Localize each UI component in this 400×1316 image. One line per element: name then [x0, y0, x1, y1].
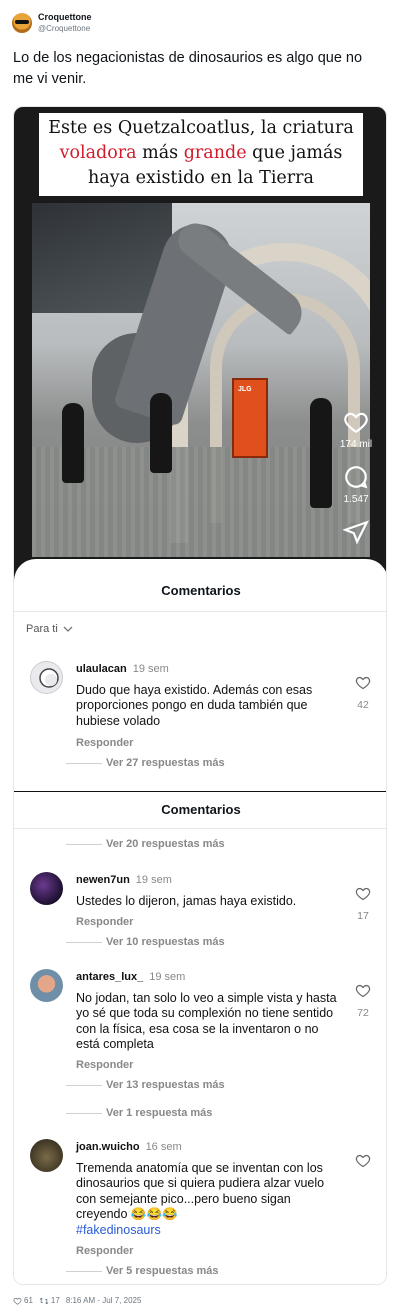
comment-like-count: 72	[357, 1007, 369, 1019]
heart-outline-icon[interactable]	[355, 886, 371, 901]
view-more-replies[interactable]: Ver 5 respuestas más	[66, 1265, 219, 1277]
author-handle[interactable]: @Croquettone	[38, 23, 92, 34]
comment-like-count: 42	[357, 699, 369, 711]
comment-item: newen7un 19 sem Ustedes lo dijeron, jamas…	[14, 872, 386, 962]
author-info: Croquettone @Croquettone	[38, 12, 92, 34]
author-name[interactable]: Croquettone	[38, 12, 92, 23]
heart-icon[interactable]	[343, 409, 369, 435]
comment-item: antares_lux_ 19 sem No jodan, tan solo lo…	[14, 969, 386, 1089]
comment-username[interactable]: newen7un 19 sem	[76, 874, 172, 886]
author-avatar[interactable]	[12, 13, 32, 33]
share-icon[interactable]	[343, 519, 369, 545]
heart-outline-icon[interactable]	[355, 675, 371, 690]
comment-like[interactable]: 42	[348, 675, 378, 711]
lift-brand: JLG	[238, 386, 252, 393]
view-more-replies[interactable]: Ver 13 respuestas más	[66, 1079, 225, 1091]
reply-button[interactable]: Responder	[76, 1059, 133, 1071]
retweet-icon	[39, 1297, 49, 1304]
comment-item: ulaulacan 19 sem Dudo que haya existido. …	[14, 661, 386, 771]
comment-like[interactable]	[348, 1153, 378, 1173]
view-more-replies[interactable]: Ver 20 respuestas más	[66, 838, 225, 850]
comment-like[interactable]: 72	[348, 983, 378, 1019]
commenter-avatar[interactable]	[30, 661, 63, 694]
comment-icon[interactable]	[343, 464, 369, 490]
commenter-avatar[interactable]	[30, 872, 63, 905]
caption-line-1: Este es Quetzalcoatlus, la criatura	[48, 118, 354, 138]
hashtag-link[interactable]: #fakedinosaurs	[76, 1223, 161, 1237]
view-more-replies[interactable]: Ver 27 respuestas más	[66, 757, 225, 769]
caption-line-2a: más	[136, 143, 184, 163]
scissor-lift: JLG	[232, 378, 268, 458]
heart-icon	[13, 1297, 22, 1305]
comment-username[interactable]: joan.wuicho 16 sem	[76, 1141, 182, 1153]
museum-scene-image: JLG	[32, 203, 370, 557]
comment-time: 16 sem	[145, 1141, 182, 1153]
comment-like-count: 17	[357, 910, 369, 922]
comment-time: 19 sem	[149, 971, 186, 983]
tweet-media[interactable]: Este es Quetzalcoatlus, la criatura vola…	[13, 106, 387, 1285]
commenter-avatar[interactable]	[30, 969, 63, 1002]
video-frame[interactable]: Este es Quetzalcoatlus, la criatura vola…	[14, 107, 386, 587]
video-comment-count: 1.547	[343, 494, 369, 505]
sort-dropdown[interactable]: Para ti	[26, 623, 73, 635]
comment-username[interactable]: ulaulacan 19 sem	[76, 663, 169, 675]
tweet-retweet-count: 17	[50, 1296, 60, 1305]
video-caption: Este es Quetzalcoatlus, la criatura vola…	[39, 113, 363, 196]
comments-title: Comentarios	[161, 802, 241, 817]
comment-text: Tremenda anatomía que se inventan con lo…	[76, 1161, 338, 1238]
person	[62, 403, 84, 483]
video-like-count: 174 mil	[339, 439, 373, 450]
commenter-avatar[interactable]	[30, 1139, 63, 1172]
caption-line-2b: que jamás	[246, 143, 343, 163]
caption-red-word-1: voladora	[59, 143, 137, 163]
view-more-replies[interactable]: Ver 1 respuesta más	[66, 1107, 212, 1119]
tweet-header: Croquettone @Croquettone	[12, 10, 92, 36]
tweet-like-count: 61	[24, 1296, 33, 1305]
caption-red-word-2: grande	[183, 143, 247, 163]
comment-username[interactable]: antares_lux_ 19 sem	[76, 971, 185, 983]
comment-text: No jodan, tan solo lo veo a simple vista…	[76, 991, 337, 1052]
comment-time: 19 sem	[132, 663, 169, 675]
comment-item: joan.wuicho 16 sem Tremenda anatomía que …	[14, 1139, 386, 1269]
tweet-text: Lo de los negacionistas de dinosaurios e…	[13, 50, 363, 87]
reply-button[interactable]: Responder	[76, 916, 133, 928]
person	[150, 393, 172, 473]
reply-button[interactable]: Responder	[76, 1245, 133, 1257]
comment-text: Ustedes lo dijeron, jamas haya existido.	[76, 894, 297, 908]
caption-line-3: haya existido en la Tierra	[88, 168, 314, 188]
reply-button[interactable]: Responder	[76, 737, 133, 749]
comment-body: Tremenda anatomía que se inventan con lo…	[76, 1161, 325, 1222]
heart-outline-icon[interactable]	[355, 1153, 371, 1168]
sort-label: Para ti	[26, 623, 58, 635]
comment-time: 19 sem	[135, 874, 172, 886]
person	[310, 398, 332, 508]
tweet-like[interactable]: 61	[13, 1296, 33, 1305]
tweet-meta: 61 17 8:16 AM - Jul 7, 2025	[13, 1296, 141, 1305]
comments-title: Comentarios	[161, 583, 241, 598]
chevron-down-icon	[63, 626, 73, 632]
video-actions: 174 mil 1.547	[336, 409, 376, 545]
comment-text: Dudo que haya existido. Además con esas …	[76, 683, 313, 728]
heart-outline-icon[interactable]	[355, 983, 371, 998]
view-more-replies[interactable]: Ver 10 respuestas más	[66, 936, 225, 948]
comment-like[interactable]: 17	[348, 886, 378, 922]
tweet-timestamp[interactable]: 8:16 AM - Jul 7, 2025	[66, 1296, 142, 1305]
tweet-retweet[interactable]: 17	[39, 1296, 60, 1305]
